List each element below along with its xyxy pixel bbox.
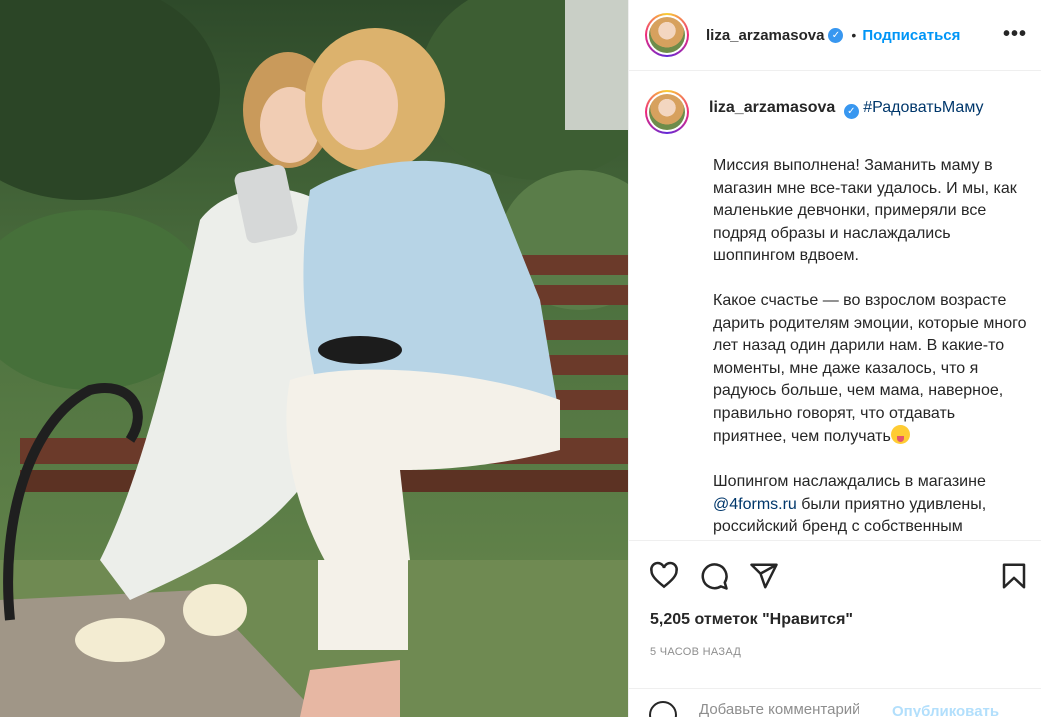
caption-area[interactable]: liza_arzamasova ✓ #РадоватьМаму Миссия в… bbox=[629, 72, 1041, 540]
comment-icon[interactable] bbox=[699, 561, 729, 591]
action-bar bbox=[629, 540, 1041, 604]
author-avatar[interactable] bbox=[645, 13, 689, 57]
add-comment-bar: Опубликовать bbox=[629, 688, 1041, 717]
emoji-icon[interactable] bbox=[649, 701, 677, 717]
caption-hashtag[interactable]: #РадоватьМаму bbox=[863, 99, 983, 116]
verified-icon: ✓ bbox=[843, 104, 859, 119]
caption-header: liza_arzamasova ✓ #РадоватьМаму bbox=[645, 88, 1025, 134]
caption-paragraph-text: Какое счастье — во взрослом возрасте дар… bbox=[713, 292, 1027, 445]
caption-text: Миссия выполнена! Заманить маму в магази… bbox=[713, 155, 1033, 539]
publish-button[interactable]: Опубликовать bbox=[892, 703, 999, 717]
caption-paragraph: Какое счастье — во взрослом возрасте дар… bbox=[713, 290, 1033, 449]
caption-paragraph-text: Шопингом наслаждались в магазине bbox=[713, 473, 986, 490]
post-time[interactable]: 5 ЧАСОВ НАЗАД bbox=[650, 646, 741, 658]
caption-username[interactable]: liza_arzamasova bbox=[709, 99, 835, 116]
caption-paragraph: Шопингом наслаждались в магазине @4forms… bbox=[713, 471, 1033, 539]
post-header: liza_arzamasova ✓ • Подписаться ••• bbox=[629, 0, 1041, 71]
likes-count[interactable]: 5,205 отметок "Нравится" bbox=[650, 611, 853, 629]
mention-link[interactable]: @4forms.ru bbox=[713, 496, 797, 513]
post-photo[interactable] bbox=[0, 0, 628, 717]
caption-avatar[interactable] bbox=[645, 90, 689, 134]
verified-icon: ✓ bbox=[828, 27, 844, 43]
header-separator: • bbox=[851, 27, 857, 43]
share-icon[interactable] bbox=[749, 561, 779, 591]
photo-illustration bbox=[0, 0, 628, 717]
post-sidebar: liza_arzamasova ✓ • Подписаться ••• liza… bbox=[628, 0, 1041, 717]
follow-button[interactable]: Подписаться bbox=[862, 27, 966, 44]
emoji-icon bbox=[890, 425, 910, 444]
comment-input[interactable] bbox=[699, 701, 859, 717]
heart-icon[interactable] bbox=[649, 561, 679, 591]
bookmark-icon[interactable] bbox=[999, 561, 1029, 591]
author-username[interactable]: liza_arzamasova bbox=[706, 27, 824, 44]
more-icon[interactable]: ••• bbox=[1003, 24, 1027, 44]
caption-paragraph: Миссия выполнена! Заманить маму в магази… bbox=[713, 157, 1017, 264]
